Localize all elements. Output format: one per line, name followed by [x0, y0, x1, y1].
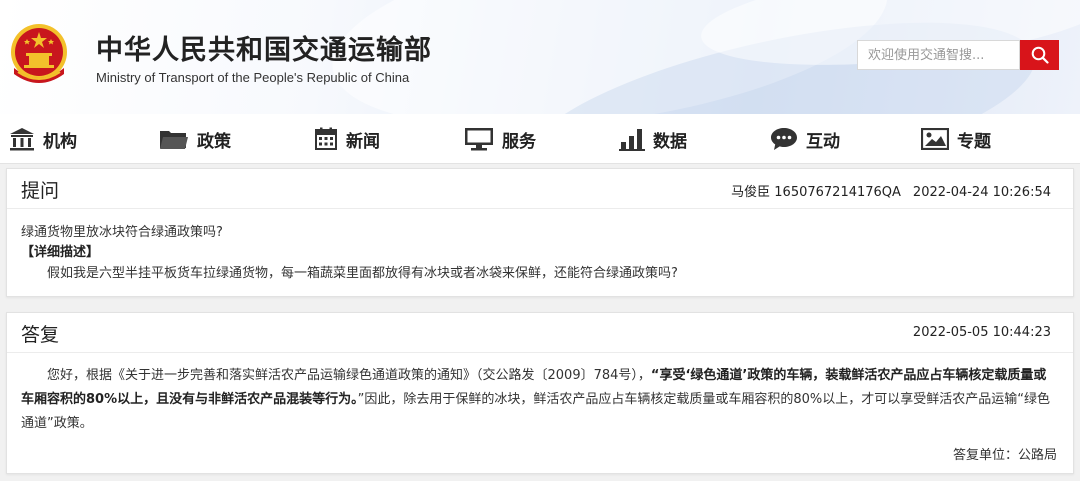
answer-heading: 答复	[21, 324, 60, 346]
chat-bubble-icon	[771, 128, 797, 150]
institution-icon	[10, 128, 34, 151]
answer-panel: 答复 2022-05-05 10:44:23 您好，根据《关于进一步完善和落实鲜…	[6, 312, 1074, 474]
answer-signature: 答复单位：公路局	[952, 448, 1057, 463]
nav-label: 新闻	[346, 131, 380, 152]
answer-text-part1: 您好，根据《关于进一步完善和落实鲜活农产品运输绿色通道政策的通知》（交公路发〔2…	[47, 368, 651, 383]
search-button[interactable]	[1020, 40, 1059, 70]
nav-item-institution[interactable]: 机构	[9, 114, 77, 164]
question-body: 绿通货物里放冰块符合绿通政策吗? 【详细描述】 假如我是六型半挂平板货车拉绿通货…	[7, 209, 1073, 286]
nav-item-service[interactable]: 服务	[464, 114, 536, 164]
folder-icon	[160, 131, 188, 149]
nav-label: 互动	[806, 131, 840, 152]
nav-label: 数据	[653, 131, 687, 152]
question-title: 绿通货物里放冰块符合绿通政策吗?	[21, 225, 223, 240]
question-asker: 马俊臣 1650767214176QA	[731, 185, 901, 200]
site-title-en: Ministry of Transport of the People's Re…	[96, 70, 410, 85]
nav-label: 政策	[197, 131, 231, 152]
nav-item-interaction[interactable]: 互动	[770, 114, 840, 164]
nav-item-data[interactable]: 数据	[619, 114, 687, 164]
nav-label: 服务	[502, 131, 536, 152]
site-title-cn[interactable]: 中华人民共和国交通运输部	[96, 28, 432, 67]
calendar-icon	[315, 127, 337, 150]
question-heading: 提问	[21, 180, 60, 202]
answer-panel-header: 答复 2022-05-05 10:44:23	[7, 313, 1073, 353]
site-header: 中华人民共和国交通运输部 Ministry of Transport of th…	[0, 0, 1080, 114]
question-time: 2022-04-24 10:26:54	[912, 185, 1051, 200]
answer-body: 您好，根据《关于进一步完善和落实鲜活农产品运输绿色通道政策的通知》（交公路发〔2…	[7, 353, 1073, 436]
nav-item-policy[interactable]: 政策	[159, 114, 231, 164]
nav-item-topics[interactable]: 专题	[921, 114, 991, 164]
monitor-icon	[465, 128, 493, 151]
search-icon	[1031, 46, 1049, 64]
search-bar	[857, 40, 1059, 70]
question-meta: 马俊臣 1650767214176QA 2022-04-24 10:26:54	[731, 181, 1051, 200]
answer-time: 2022-05-05 10:44:23	[912, 325, 1051, 340]
question-panel-header: 提问 马俊臣 1650767214176QA 2022-04-24 10:26:5…	[7, 169, 1073, 209]
search-input[interactable]	[857, 40, 1020, 70]
question-detail: 假如我是六型半挂平板货车拉绿通货物，每一箱蔬菜里面都放得有冰块或者冰袋来保鲜，还…	[47, 266, 678, 281]
national-emblem-icon[interactable]	[8, 22, 70, 88]
picture-icon	[921, 128, 949, 150]
nav-item-news[interactable]: 新闻	[314, 114, 380, 164]
nav-label: 机构	[43, 131, 77, 152]
main-nav: 机构 政策 新闻 服务 数据 互动 专题	[0, 114, 1080, 164]
answer-text: 您好，根据《关于进一步完善和落实鲜活农产品运输绿色通道政策的通知》（交公路发〔2…	[21, 364, 1059, 436]
question-detail-label: 【详细描述】	[21, 245, 100, 260]
nav-label: 专题	[957, 131, 991, 152]
question-panel: 提问 马俊臣 1650767214176QA 2022-04-24 10:26:5…	[6, 168, 1074, 297]
bar-chart-icon	[619, 129, 645, 151]
